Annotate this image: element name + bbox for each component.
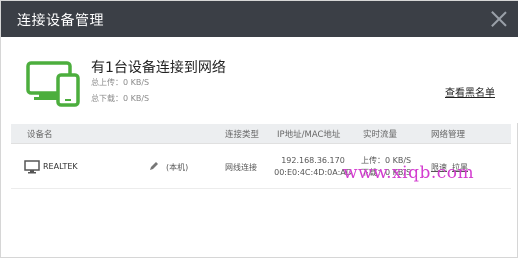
total-upload: 总上传：0 KB/S	[91, 78, 150, 87]
connection-type: 网线连接	[225, 163, 257, 172]
col-device-name: 设备名	[27, 130, 53, 140]
col-connection-type: 连接类型	[225, 130, 260, 140]
table-header: 设备名 连接类型 IP地址/MAC地址 实时流量 网络管理	[11, 124, 511, 144]
edit-pencil-icon[interactable]	[149, 161, 159, 171]
close-icon[interactable]	[489, 9, 509, 29]
devices-icon	[26, 61, 80, 107]
summary-panel: 有1台设备连接到网络 总上传：0 KB/S 总下载：0 KB/S 查看黑名单	[1, 37, 518, 123]
connected-count-headline: 有1台设备连接到网络	[91, 60, 226, 76]
this-device-tag: (本机)	[166, 163, 189, 172]
col-ip-mac: IP地址/MAC地址	[277, 130, 341, 140]
view-blacklist-link[interactable]: 查看黑名单	[445, 84, 495, 99]
device-manager-window: 连接设备管理 有1台设备连接到网络 总上传：0 KB/S 总下载：0 KB/S …	[0, 0, 518, 258]
col-realtime-traffic: 实时流量	[363, 130, 398, 140]
mac-address: 00:E0:4C:4D:0A:AD	[274, 168, 352, 177]
computer-icon	[24, 160, 40, 174]
col-network-manage: 网络管理	[431, 130, 466, 140]
window-title: 连接设备管理	[17, 13, 104, 29]
ip-mac-cell: 192.168.36.170 00:E0:4C:4D:0A:AD	[273, 155, 353, 179]
site-watermark: www.xiqb.com	[343, 163, 475, 183]
device-name: REALTEK	[43, 162, 78, 171]
title-bar: 连接设备管理	[1, 1, 518, 37]
total-download: 总下载：0 KB/S	[91, 94, 150, 103]
ip-address: 192.168.36.170	[281, 156, 345, 165]
